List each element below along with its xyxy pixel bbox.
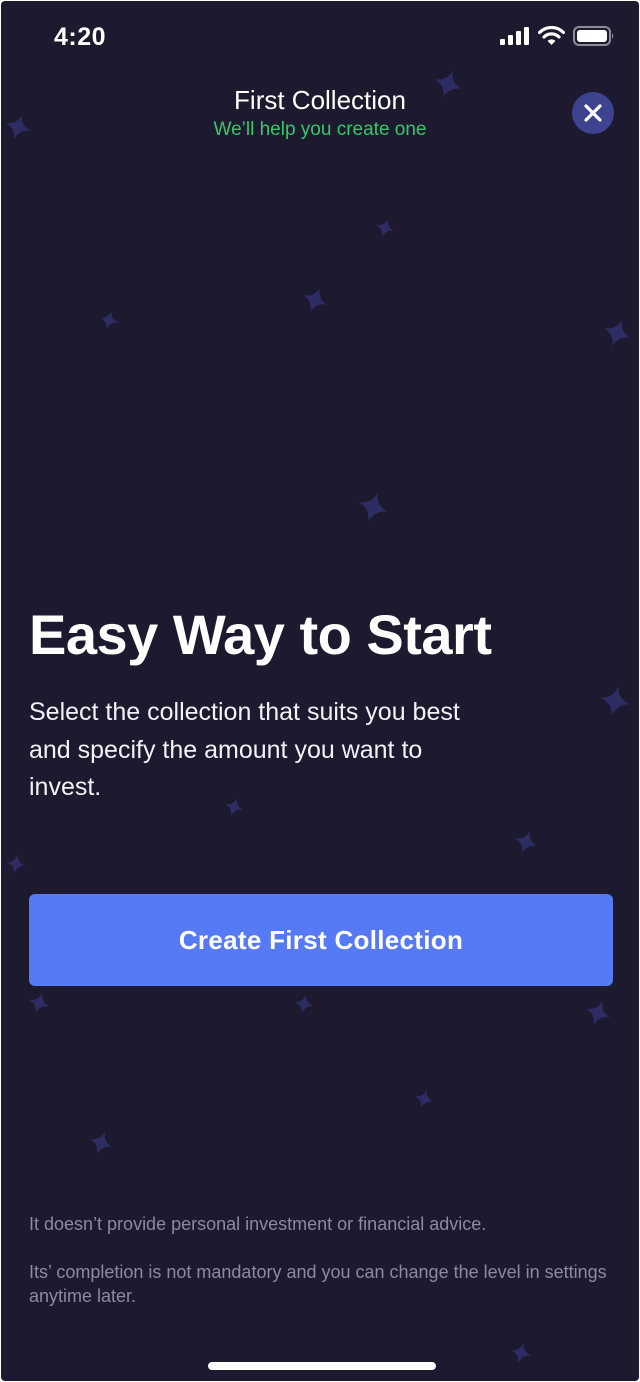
star-icon [97,308,121,332]
star-icon [85,1127,117,1159]
app-screen: 4:20 First Collection We’ll help you cre… [1,1,639,1381]
star-icon [510,826,542,858]
star-icon [411,1086,437,1112]
create-first-collection-button[interactable]: Create First Collection [29,894,613,986]
star-icon [372,215,398,241]
battery-icon [573,26,614,46]
close-button[interactable] [572,92,614,134]
star-background [1,65,636,1367]
star-icon [596,682,634,720]
star-icon [297,282,333,318]
star-icon [25,989,53,1017]
header-title: First Collection [234,85,406,115]
disclaimer-advice: It doesn’t provide personal investment o… [29,1214,487,1234]
status-time: 4:20 [54,23,107,51]
close-icon [584,104,602,122]
star-icon [353,487,393,527]
status-icons [500,26,615,46]
cellular-signal-icon [500,27,529,45]
modal-header: First Collection We’ll help you create o… [1,83,639,143]
star-icon [598,314,636,352]
disclaimer-optional: Its’ completion is not mandatory and you… [29,1262,607,1306]
star-icon [4,852,28,876]
wifi-icon [538,26,565,45]
header-subtitle: We’ll help you create one [213,119,427,140]
star-icon [581,996,615,1030]
status-bar: 4:20 [1,1,639,81]
home-indicator[interactable] [208,1362,436,1370]
star-icon [507,1339,535,1367]
star-icon [292,992,316,1016]
page-headline: Easy Way to Start [29,603,492,666]
page-description: Select the collection that suits you bes… [29,698,460,801]
